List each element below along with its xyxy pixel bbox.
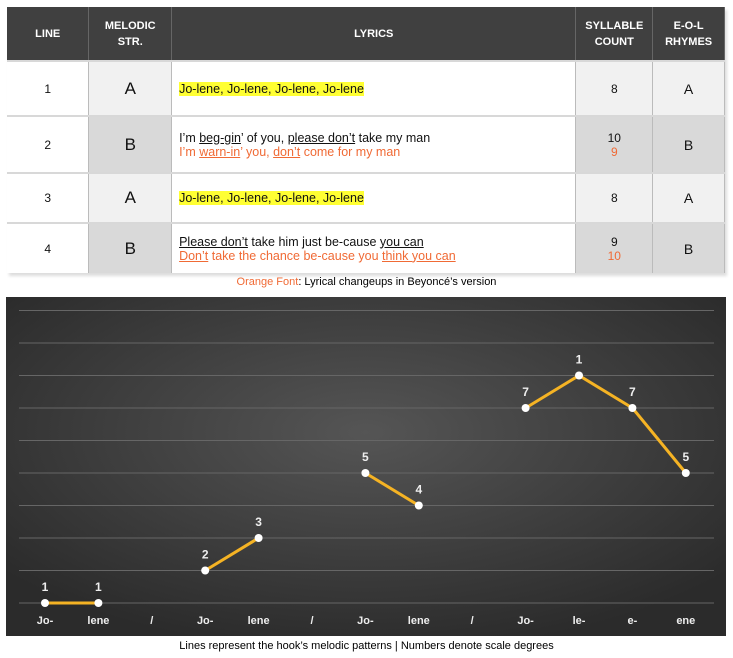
beyonce-lyric: Don’t take the chance be-cause you think… [179, 249, 575, 263]
x-tick-label: Jo- [517, 615, 534, 627]
x-tick-label: lene [248, 615, 270, 627]
x-tick-label: lene [87, 615, 109, 627]
lyrics-cell: I’m beg-gin’ of you, please don’t take m… [171, 115, 577, 173]
data-point [41, 599, 49, 607]
scale-degree-label: 1 [42, 580, 49, 594]
x-tick-label: Jo- [357, 615, 374, 627]
end-of-line-rhyme: A [652, 172, 725, 223]
x-tick-label: Jo- [197, 615, 214, 627]
syllable-count: 8 [575, 172, 654, 223]
column-header: MELODIC STR. [88, 7, 173, 61]
lyric-fragment: warn-in [199, 144, 241, 159]
column-header: SYLLABLE COUNT [575, 7, 654, 61]
data-point [628, 404, 637, 412]
lyric-fragment: ’ you, [240, 144, 274, 159]
scale-degree-label: 2 [202, 548, 209, 562]
lyric-fragment: I’m [179, 130, 200, 145]
lyric-fragment: take him just be-cause [247, 234, 380, 249]
scale-degree-label: 7 [522, 385, 529, 399]
syllable-count: 10 9 [575, 115, 654, 173]
lyric-fragment: Please don’t [179, 234, 248, 249]
structure-table: LINE MELODIC STR. LYRICS SYLLABLE COUNT E-O-L R… [7, 7, 725, 273]
melodic-structure: B [88, 222, 173, 273]
lyric-fragment: think you can [382, 248, 456, 263]
melodic-structure: A [88, 172, 173, 223]
data-point [94, 599, 103, 607]
syllable-count: 9 10 [575, 222, 654, 273]
table-row: 3 A Jo-lene, Jo-lene, Jo-lene, Jo-lene 8 A [7, 172, 725, 223]
original-lyric: I’m beg-gin’ of you, please don’t take m… [179, 131, 575, 145]
table-row: 4 B Please don’t take him just be-cause yo… [7, 222, 725, 273]
lyric-fragment: you can [379, 234, 424, 249]
chart-background [6, 297, 726, 636]
melodic-structure: A [88, 60, 173, 116]
column-header: LINE [7, 7, 90, 61]
scale-degree-label: 3 [255, 515, 262, 529]
legend-text: : Lyrical changeups in Beyoncé’s version [298, 276, 497, 288]
original-lyric: Jo-lene, Jo-lene, Jo-lene, Jo-lene [179, 191, 575, 205]
lyric-fragment: don’t [273, 144, 301, 159]
x-tick-label: ene [676, 615, 695, 627]
lyric-fragment: Don’t [179, 248, 209, 263]
scale-degree-label: 1 [576, 353, 583, 367]
end-of-line-rhyme: A [652, 60, 725, 116]
line-number: 1 [7, 60, 90, 116]
original-count: 9 [610, 234, 618, 249]
data-point [254, 534, 263, 542]
original-lyric: Please don’t take him just be-cause you … [179, 235, 575, 249]
lyric-fragment: take the chance be-cause you [208, 248, 382, 263]
x-tick-label: lene [408, 615, 430, 627]
legend-key: Orange Font [236, 276, 299, 288]
x-tick-label: le- [573, 615, 586, 627]
original-count: 8 [610, 81, 618, 96]
original-count: 8 [610, 191, 618, 205]
lyric-fragment: take my man [355, 130, 431, 145]
table-row: 1 A Jo-lene, Jo-lene, Jo-lene, Jo-lene 8 A [7, 60, 725, 116]
table-legend: Orange Font: Lyrical changeups in Beyonc… [0, 276, 733, 288]
melody-chart: Jo-lene / Jo-lene / Jo-lene / Jo-le-e-ene 1 1 2 3 5… [6, 297, 726, 636]
beyonce-lyric: I’m warn-in’ you, don’t come for my man [179, 145, 575, 159]
data-point [575, 371, 583, 380]
scale-degree-label: 5 [682, 450, 689, 464]
data-point [361, 469, 370, 477]
lyric-fragment: Jo-lene, Jo-lene, Jo-lene, Jo-lene [179, 191, 364, 205]
column-header: LYRICS [171, 7, 577, 61]
lyric-fragment: ’ of you, [240, 130, 288, 145]
lyrics-cell: Please don’t take him just be-cause you … [171, 222, 577, 273]
line-number: 2 [7, 115, 90, 173]
x-tick-label: / [310, 615, 313, 627]
table-row: 2 B I’m beg-gin’ of you, please don’t take… [7, 115, 725, 173]
lyric-fragment: come for my man [300, 144, 401, 159]
line-number: 4 [7, 222, 90, 273]
x-tick-label: Jo- [37, 615, 54, 627]
lyric-fragment: I’m [179, 144, 200, 159]
scale-degree-label: 1 [95, 580, 102, 594]
end-of-line-rhyme: B [652, 115, 725, 173]
lyric-fragment: please don’t [287, 130, 356, 145]
melodic-structure: B [88, 115, 173, 173]
end-of-line-rhyme: B [652, 222, 725, 273]
scale-degree-label: 7 [629, 385, 636, 399]
scale-degree-label: 4 [415, 483, 422, 497]
syllable-count: 8 [575, 60, 654, 116]
lyrics-cell: Jo-lene, Jo-lene, Jo-lene, Jo-lene [171, 172, 577, 223]
x-tick-label: / [150, 615, 153, 627]
original-count: 10 [607, 130, 621, 145]
data-point [521, 404, 530, 412]
data-point [414, 501, 423, 510]
beyonce-count: 10 [607, 248, 621, 263]
x-tick-label: e- [628, 615, 638, 627]
data-point [201, 566, 210, 575]
x-tick-label: / [471, 615, 474, 627]
lyrics-cell: Jo-lene, Jo-lene, Jo-lene, Jo-lene [171, 60, 577, 116]
column-header: E-O-L RHYMES [652, 7, 725, 61]
original-lyric: Jo-lene, Jo-lene, Jo-lene, Jo-lene [179, 81, 575, 96]
line-number: 3 [7, 172, 90, 223]
chart-caption: Lines represent the hook’s melodic patte… [179, 640, 554, 652]
scale-degree-label: 5 [362, 450, 369, 464]
lyric-fragment: Jo-lene, Jo-lene, Jo-lene, Jo-lene [179, 81, 364, 96]
lyric-fragment: beg-gin [199, 130, 241, 145]
beyonce-count: 9 [610, 144, 618, 159]
data-point [681, 469, 690, 477]
